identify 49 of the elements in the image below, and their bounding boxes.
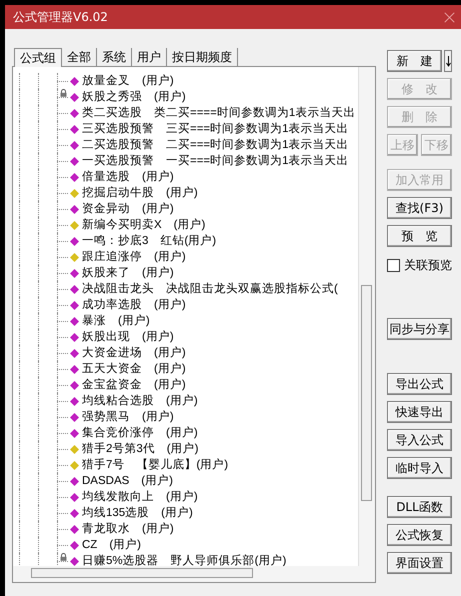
- button[interactable]: 导出公式: [387, 373, 452, 395]
- tree-item[interactable]: 一鸣：抄底3 红钻(用户): [82, 233, 216, 249]
- tree-item[interactable]: 青龙取水 (用户): [82, 521, 174, 537]
- tree-item[interactable]: 金宝盆资金 (用户): [82, 377, 186, 393]
- tab[interactable]: 公式组: [14, 48, 62, 67]
- tree-item[interactable]: 资金异动 (用户): [82, 201, 174, 217]
- tree-item[interactable]: 均线发散向上 (用户): [82, 489, 198, 505]
- button[interactable]: 新 建: [387, 50, 442, 72]
- checkbox[interactable]: [387, 259, 400, 272]
- button[interactable]: 快速导出: [387, 401, 452, 423]
- button[interactable]: 同步与分享: [387, 318, 452, 340]
- close-icon[interactable]: [444, 12, 455, 22]
- tree-item[interactable]: 跟庄追涨停 (用户): [82, 249, 186, 265]
- button[interactable]: 预 览: [387, 225, 452, 247]
- vertical-scrollbar[interactable]: [358, 67, 375, 566]
- tree-item[interactable]: 倍量选股 (用户): [82, 169, 174, 185]
- tree-item[interactable]: 强势黑马 (用户): [82, 409, 174, 425]
- tree-item[interactable]: 暴涨 (用户): [82, 313, 150, 329]
- dropdown-button[interactable]: [444, 50, 452, 72]
- tree-item[interactable]: DASDAS (用户): [82, 473, 173, 489]
- button[interactable]: DLL函数: [387, 496, 452, 518]
- tree-item[interactable]: 放量金叉 (用户): [82, 73, 174, 89]
- button[interactable]: 界面设置: [387, 552, 452, 574]
- tree-item[interactable]: 类二买选股 类二买====时间参数调为1表示当天出: [82, 105, 356, 121]
- button[interactable]: 导入公式: [387, 429, 452, 451]
- tree-item[interactable]: 三买选股预警 三买===时间参数调为1表示当天出: [82, 121, 349, 137]
- button[interactable]: 临时导入: [387, 457, 452, 479]
- window-title: 公式管理器V6.02: [13, 8, 108, 26]
- tree-item[interactable]: 成功率选股 (用户): [82, 297, 186, 313]
- tree-item[interactable]: 均线粘合选股 (用户): [82, 393, 198, 409]
- down-arrow-icon: [446, 55, 451, 67]
- tree-item[interactable]: 猎手7号 【婴儿底】(用户): [82, 457, 228, 473]
- button[interactable]: 公式恢复: [387, 524, 452, 546]
- tree-item[interactable]: 大资金进场 (用户): [82, 345, 186, 361]
- tree-item[interactable]: CZ (用户): [82, 537, 141, 553]
- tree-item[interactable]: 猎手2号第3代 (用户): [82, 441, 198, 457]
- tree-item[interactable]: 挖掘启动牛股 (用户): [82, 185, 198, 201]
- tree-item[interactable]: 一买选股预警 一买===时间参数调为1表示当天出: [82, 153, 349, 169]
- tree-item[interactable]: 新编今买明卖X (用户): [82, 217, 206, 233]
- tree-item[interactable]: 均线135选股 (用户): [82, 505, 193, 521]
- tree-item[interactable]: 集合竞价涨停 (用户): [82, 425, 198, 441]
- tree-item[interactable]: 妖股之秀强 (用户): [82, 89, 186, 105]
- tree-item[interactable]: 二买选股预警 二买===时间参数调为1表示当天出: [82, 137, 349, 153]
- tree-item[interactable]: 妖股来了 (用户): [82, 265, 174, 281]
- tree-item[interactable]: 五天大资金 (用户): [82, 361, 186, 377]
- checkbox-label[interactable]: 关联预览: [404, 257, 452, 274]
- tree-item[interactable]: 妖股出现 (用户): [82, 329, 174, 345]
- button[interactable]: 查找(F3): [387, 197, 452, 219]
- tree-item[interactable]: 决战阻击龙头 决战阻击龙头双赢选股指标公式(: [82, 281, 338, 297]
